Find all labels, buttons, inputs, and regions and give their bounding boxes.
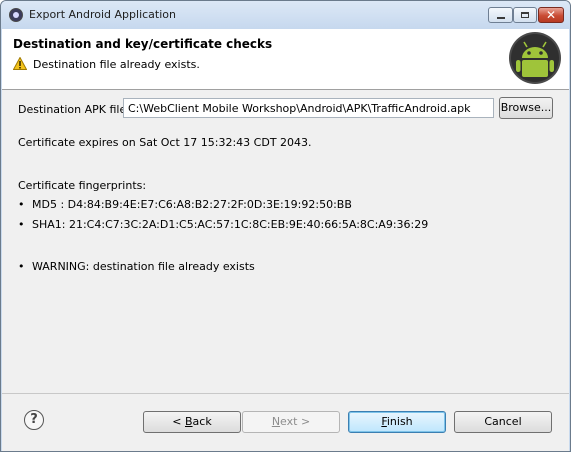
cancel-button[interactable]: Cancel — [454, 411, 552, 433]
destination-label: Destination APK file: — [18, 103, 130, 116]
md5-fingerprint-text: MD5 : D4:84:B9:4E:E7:C6:A8:B2:27:2F:0D:3… — [32, 198, 352, 211]
close-icon: ✕ — [545, 8, 557, 22]
destination-warning-item: • WARNING: destination file already exist… — [18, 260, 255, 273]
content-area: Destination APK file: Browse... Certific… — [2, 90, 569, 393]
warning-icon — [13, 57, 27, 70]
bullet-icon: • — [18, 218, 25, 231]
close-button[interactable]: ✕ — [538, 7, 564, 23]
wizard-button-bar: ? < Back Next > Finish Cancel — [2, 393, 569, 451]
fingerprints-heading: Certificate fingerprints: — [18, 179, 147, 192]
next-button[interactable]: Next > — [242, 411, 340, 433]
next-label-rest: ext > — [280, 415, 311, 428]
back-button[interactable]: < Back — [143, 411, 241, 433]
banner-title: Destination and key/certificate checks — [13, 37, 273, 51]
export-dialog-window: Export Android Application ✕ Destination… — [0, 0, 571, 452]
back-prefix: < — [172, 415, 185, 428]
finish-label-rest: inish — [386, 415, 413, 428]
window-title: Export Android Application — [29, 8, 176, 21]
next-mnemonic: N — [271, 415, 281, 428]
minimize-icon — [496, 17, 505, 19]
maximize-button[interactable] — [513, 7, 537, 23]
back-mnemonic: B — [185, 415, 193, 428]
sha1-fingerprint-item: • SHA1: 21:C4:C7:3C:2A:D1:C5:AC:57:1C:8C:… — [18, 218, 428, 231]
banner-message: Destination file already exists. — [33, 58, 200, 71]
back-label-rest: ack — [192, 415, 212, 428]
title-bar[interactable]: Export Android Application ✕ — [1, 1, 570, 29]
destination-warning-text: WARNING: destination file already exists — [32, 260, 255, 273]
browse-button[interactable]: Browse... — [499, 97, 553, 119]
bullet-icon: • — [18, 260, 25, 273]
wizard-banner: Destination and key/certificate checks D… — [2, 29, 569, 90]
eclipse-icon — [9, 8, 23, 22]
android-logo — [509, 32, 561, 84]
help-icon[interactable]: ? — [24, 410, 44, 430]
bullet-icon: • — [18, 198, 25, 211]
md5-fingerprint-item: • MD5 : D4:84:B9:4E:E7:C6:A8:B2:27:2F:0D:… — [18, 198, 352, 211]
certificate-expiry-text: Certificate expires on Sat Oct 17 15:32:… — [18, 136, 312, 149]
finish-button[interactable]: Finish — [348, 411, 446, 433]
sha1-fingerprint-text: SHA1: 21:C4:C7:3C:2A:D1:C5:AC:57:1C:8C:E… — [32, 218, 429, 231]
minimize-button[interactable] — [488, 7, 513, 23]
maximize-icon — [521, 12, 529, 18]
destination-apk-input[interactable] — [123, 98, 494, 118]
